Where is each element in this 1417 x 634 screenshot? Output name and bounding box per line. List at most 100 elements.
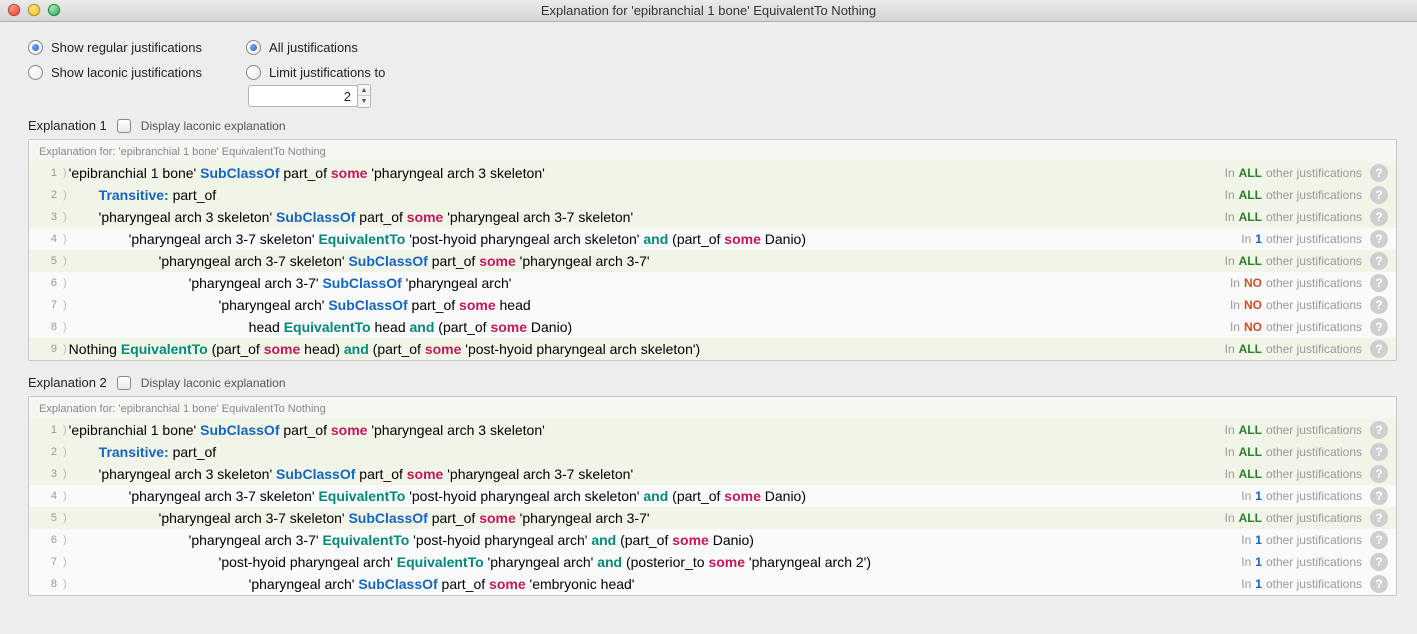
axiom-row[interactable]: 6)'pharyngeal arch 3-7' EquivalentTo 'po…	[29, 529, 1396, 551]
row-paren: )	[63, 277, 67, 289]
minimize-window-button[interactable]	[28, 4, 40, 16]
axiom-row[interactable]: 1)'epibranchial 1 bone' SubClassOf part_…	[29, 162, 1396, 184]
display-laconic-checkbox[interactable]	[117, 376, 131, 390]
close-window-button[interactable]	[8, 4, 20, 16]
help-icon[interactable]: ?	[1370, 318, 1388, 336]
spinner-up[interactable]: ▲	[358, 85, 370, 96]
display-laconic-checkbox[interactable]	[117, 119, 131, 133]
axiom-row[interactable]: 5)'pharyngeal arch 3-7 skeleton' SubClas…	[29, 250, 1396, 272]
axiom-row[interactable]: 7)'post-hyoid pharyngeal arch' Equivalen…	[29, 551, 1396, 573]
axiom-row[interactable]: 6)'pharyngeal arch 3-7' SubClassOf 'phar…	[29, 272, 1396, 294]
axiom-row[interactable]: 8)head EquivalentTo head and (part_of so…	[29, 316, 1396, 338]
axiom-row[interactable]: 2)Transitive: part_ofInALLother justific…	[29, 184, 1396, 206]
justif-count-value: 1	[1255, 555, 1262, 569]
radio-limit-justifications[interactable]	[246, 65, 261, 80]
help-icon[interactable]: ?	[1370, 230, 1388, 248]
spinner-down[interactable]: ▼	[358, 96, 370, 107]
help-icon[interactable]: ?	[1370, 164, 1388, 182]
justification-count: InALLother justifications?	[1225, 509, 1388, 527]
help-icon[interactable]: ?	[1370, 340, 1388, 358]
zoom-window-button[interactable]	[48, 4, 60, 16]
justif-suffix: other justifications	[1266, 577, 1362, 591]
token-kw-eq: EquivalentTo	[121, 341, 208, 357]
radio-laconic-justifications[interactable]	[28, 65, 43, 80]
token-plain: part_of	[428, 510, 479, 526]
axiom-row-number: 3	[35, 468, 57, 480]
axiom-row[interactable]: 3)'pharyngeal arch 3 skeleton' SubClassO…	[29, 463, 1396, 485]
justif-prefix: In	[1230, 276, 1240, 290]
justif-prefix: In	[1241, 577, 1251, 591]
help-icon[interactable]: ?	[1370, 186, 1388, 204]
radio-laconic-label: Show laconic justifications	[51, 65, 202, 80]
token-kw-and: and	[591, 532, 616, 548]
token-plain: part_of	[428, 253, 479, 269]
token-plain: Danio)	[709, 532, 754, 548]
justif-prefix: In	[1225, 210, 1235, 224]
radio-regular-label: Show regular justifications	[51, 40, 202, 55]
help-icon[interactable]: ?	[1370, 509, 1388, 527]
row-paren: )	[63, 578, 67, 590]
axiom-text: 'epibranchial 1 bone' SubClassOf part_of…	[69, 165, 1217, 181]
help-icon[interactable]: ?	[1370, 296, 1388, 314]
help-icon[interactable]: ?	[1370, 575, 1388, 593]
axiom-row[interactable]: 2)Transitive: part_ofInALLother justific…	[29, 441, 1396, 463]
justif-suffix: other justifications	[1266, 533, 1362, 547]
justif-prefix: In	[1225, 511, 1235, 525]
help-icon[interactable]: ?	[1370, 274, 1388, 292]
help-icon[interactable]: ?	[1370, 531, 1388, 549]
explanation-body: Explanation for: 'epibranchial 1 bone' E…	[28, 396, 1397, 596]
justif-prefix: In	[1225, 166, 1235, 180]
radio-regular-justifications[interactable]	[28, 40, 43, 55]
token-kw-some: some	[724, 488, 761, 504]
help-icon[interactable]: ?	[1370, 443, 1388, 461]
token-plain: part_of	[355, 466, 406, 482]
axiom-row[interactable]: 3)'pharyngeal arch 3 skeleton' SubClassO…	[29, 206, 1396, 228]
limit-spinner[interactable]: ▲ ▼	[358, 84, 371, 108]
token-kw-and: and	[597, 554, 622, 570]
axiom-row[interactable]: 5)'pharyngeal arch 3-7 skeleton' SubClas…	[29, 507, 1396, 529]
row-paren: )	[63, 512, 67, 524]
token-plain: 'pharyngeal arch 3 skeleton'	[99, 209, 276, 225]
token-kw-eq: EquivalentTo	[284, 319, 371, 335]
row-paren: )	[63, 446, 67, 458]
help-icon[interactable]: ?	[1370, 553, 1388, 571]
token-plain: 'pharyngeal arch 3-7 skeleton'	[443, 466, 633, 482]
axiom-row-number: 2	[35, 189, 57, 201]
axiom-row[interactable]: 9)Nothing EquivalentTo (part_of some hea…	[29, 338, 1396, 360]
justification-count: InALLother justifications?	[1225, 186, 1388, 204]
justif-suffix: other justifications	[1266, 188, 1362, 202]
axiom-row[interactable]: 8)'pharyngeal arch' SubClassOf part_of s…	[29, 573, 1396, 595]
axiom-row[interactable]: 4)'pharyngeal arch 3-7 skeleton' Equival…	[29, 485, 1396, 507]
axiom-row[interactable]: 4)'pharyngeal arch 3-7 skeleton' Equival…	[29, 228, 1396, 250]
limit-count-input[interactable]	[248, 85, 358, 107]
justif-suffix: other justifications	[1266, 423, 1362, 437]
token-plain: head)	[300, 341, 344, 357]
help-icon[interactable]: ?	[1370, 208, 1388, 226]
token-plain: 'pharyngeal arch 3 skeleton'	[367, 165, 544, 181]
justification-count: InALLother justifications?	[1225, 340, 1388, 358]
row-paren: )	[63, 343, 67, 355]
token-plain: 'pharyngeal arch 3-7 skeleton'	[129, 488, 319, 504]
axiom-text: 'pharyngeal arch 3-7 skeleton' SubClassO…	[69, 253, 1217, 269]
help-icon[interactable]: ?	[1370, 252, 1388, 270]
token-kw-eq: EquivalentTo	[318, 488, 405, 504]
justif-suffix: other justifications	[1266, 320, 1362, 334]
justification-count: InNOother justifications?	[1230, 274, 1388, 292]
token-kw-some: some	[331, 422, 368, 438]
explanation-title: Explanation 2	[28, 375, 107, 390]
justif-count-value: ALL	[1239, 511, 1262, 525]
axiom-row-number: 6	[35, 534, 57, 546]
token-plain: (part_of	[208, 341, 264, 357]
justif-count-value: NO	[1244, 298, 1262, 312]
token-kw-sub: SubClassOf	[348, 253, 427, 269]
axiom-row[interactable]: 7)'pharyngeal arch' SubClassOf part_of s…	[29, 294, 1396, 316]
justif-suffix: other justifications	[1266, 555, 1362, 569]
radio-all-justifications[interactable]	[246, 40, 261, 55]
help-icon[interactable]: ?	[1370, 487, 1388, 505]
help-icon[interactable]: ?	[1370, 421, 1388, 439]
help-icon[interactable]: ?	[1370, 465, 1388, 483]
axiom-row[interactable]: 1)'epibranchial 1 bone' SubClassOf part_…	[29, 419, 1396, 441]
justif-prefix: In	[1225, 445, 1235, 459]
justif-suffix: other justifications	[1266, 232, 1362, 246]
explanations-scroll-area[interactable]: Explanation 1Display laconic explanation…	[0, 118, 1417, 634]
